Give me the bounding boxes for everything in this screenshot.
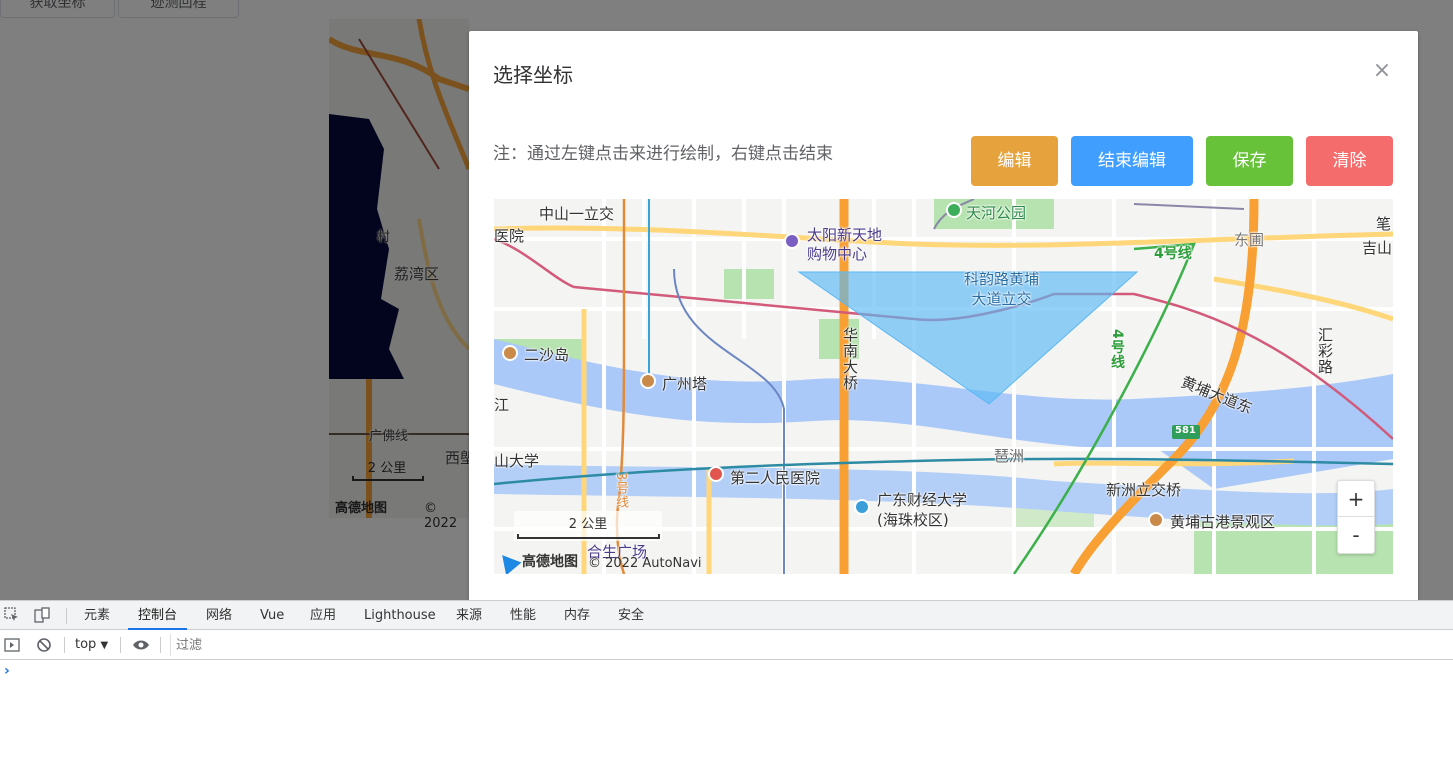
sidebar-toggle-icon[interactable] <box>4 637 20 653</box>
map-copyright: © 2022 AutoNavi <box>588 556 702 571</box>
zoom-control: + - <box>1337 480 1375 554</box>
separator <box>120 637 121 653</box>
map-label-zhongshan: 中山一立交 <box>539 205 615 223</box>
map-label-ersha: 二沙岛 <box>524 346 570 364</box>
map-label-finance-univ: 广东财经大学 (海珠校区) <box>877 491 968 529</box>
map-label-edge-right: 笔 <box>1376 215 1392 233</box>
map-label-xinzhou: 新洲立交桥 <box>1106 481 1182 499</box>
map-label-line4-right: 4号线 <box>1109 329 1125 370</box>
scale-bar <box>517 534 660 539</box>
map-logo: 高德地图 <box>494 548 578 574</box>
console-filter-input[interactable] <box>170 634 1453 656</box>
tab-console[interactable]: 控制台 <box>128 601 188 630</box>
tab-lighthouse[interactable]: Lighthouse <box>364 601 436 630</box>
scenic-icon <box>502 345 518 361</box>
map-label-jishan: 吉山 <box>1362 239 1393 257</box>
edit-button[interactable]: 编辑 <box>971 136 1058 186</box>
device-toolbar-icon[interactable] <box>34 607 50 623</box>
console-prompt[interactable]: › <box>4 663 10 679</box>
separator <box>160 637 161 653</box>
map-label-pazhou: 琶洲 <box>994 447 1025 465</box>
map-label-jiang: 江 <box>494 396 510 414</box>
select-coords-dialog: 选择坐标 × 注：通过左键点击来进行绘制，右键点击结束 编辑 结束编辑 保存 清… <box>469 31 1418 600</box>
road-shield-581-label: 581 <box>1175 425 1196 436</box>
tab-vue[interactable]: Vue <box>260 601 284 630</box>
school-icon <box>854 499 870 515</box>
map-label-zhongshan-univ: 山大学 <box>494 452 540 470</box>
end-edit-button[interactable]: 结束编辑 <box>1071 136 1193 186</box>
amap-logo-icon <box>494 548 522 574</box>
clear-button[interactable]: 清除 <box>1306 136 1393 186</box>
zoom-in-button[interactable]: + <box>1338 481 1374 517</box>
map-label-tianhe-park: 天河公园 <box>966 204 1027 222</box>
eye-icon[interactable] <box>132 637 149 653</box>
dialog-note: 注：通过左键点击来进行绘制，右键点击结束 <box>493 144 833 164</box>
separator <box>64 637 65 653</box>
tab-elements[interactable]: 元素 <box>84 601 110 630</box>
map-label-line3: 3号线 <box>613 472 628 510</box>
tab-memory[interactable]: 内存 <box>564 601 590 630</box>
park-icon <box>946 202 962 218</box>
tab-security[interactable]: 安全 <box>618 601 644 630</box>
map-logo-text: 高德地图 <box>522 554 578 570</box>
save-button[interactable]: 保存 <box>1206 136 1293 186</box>
chevron-down-icon: ▼ <box>100 640 109 651</box>
hospital-icon <box>708 466 724 482</box>
map-label-line4-top: 4号线 <box>1154 246 1192 262</box>
map-label-huicai-road: 汇彩路 <box>1316 327 1334 375</box>
map-label-second-hospital: 第二人民医院 <box>730 469 821 487</box>
scale-label: 2 公里 <box>568 517 608 532</box>
map-label-dongpu: 东圃 <box>1234 231 1265 249</box>
map-label-huanan-bridge: 华南大桥 <box>841 327 859 391</box>
devtools-panel: 元素 控制台 网络 Vue 应用 Lighthouse 来源 性能 内存 安全 … <box>0 600 1453 771</box>
map-label-huangpu-port: 黄埔古港景观区 <box>1170 513 1276 531</box>
zoom-out-button[interactable]: - <box>1338 517 1374 553</box>
map-label-hospital-left: 医院 <box>494 227 525 245</box>
dialog-title: 选择坐标 <box>493 63 573 87</box>
tower-icon <box>640 373 656 389</box>
map-canvas[interactable]: 中山一立交 医院 天河公园 太阳新天地 购物中心 4号线 东圃 吉山 科韵路黄埔… <box>494 199 1393 574</box>
tab-sources[interactable]: 来源 <box>456 601 482 630</box>
map-label-taiyang: 太阳新天地 购物中心 <box>807 226 883 263</box>
context-selector[interactable]: top ▼ <box>75 630 108 660</box>
context-value: top <box>75 637 97 652</box>
clear-console-icon[interactable] <box>36 637 52 653</box>
tab-performance[interactable]: 性能 <box>510 601 536 630</box>
console-toolbar: top ▼ <box>0 630 1453 660</box>
devtools-tabbar: 元素 控制台 网络 Vue 应用 Lighthouse 来源 性能 内存 安全 <box>0 600 1453 630</box>
tab-application[interactable]: 应用 <box>310 601 336 630</box>
scenic-icon <box>1148 512 1164 528</box>
inspect-element-icon[interactable] <box>4 607 20 623</box>
map-label-keyun: 科韵路黄埔 大道立交 <box>964 270 1040 308</box>
page: 获取坐标 迹测回程 荔湾区 广佛线 西塱 村 2 公里 高德地图 © 2022 … <box>0 0 1453 600</box>
tab-network[interactable]: 网络 <box>206 601 232 630</box>
separator <box>66 608 67 624</box>
close-icon[interactable]: × <box>1372 60 1392 82</box>
map-label-guangzhou-tower: 广州塔 <box>662 375 708 393</box>
map-scale: 2 公里 <box>514 511 662 541</box>
shopping-icon <box>784 233 800 249</box>
